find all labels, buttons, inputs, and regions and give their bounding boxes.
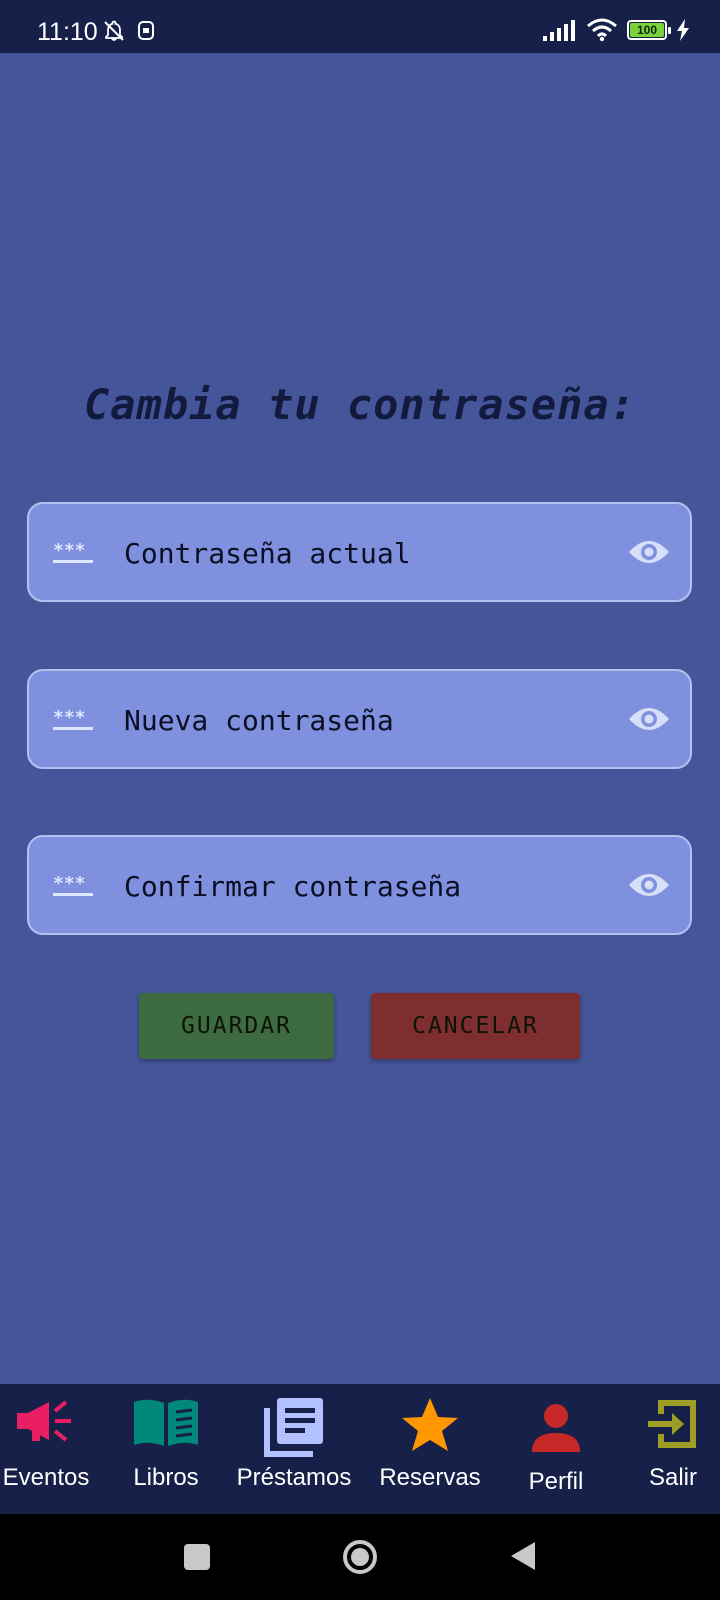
nav-label-reservas: Reservas xyxy=(379,1464,481,1491)
library-books-icon xyxy=(264,1398,323,1457)
nav-item-reservas[interactable]: Reservas xyxy=(372,1384,488,1514)
nav-item-libros[interactable]: Libros xyxy=(118,1384,214,1514)
svg-text:***: *** xyxy=(53,875,86,894)
recents-icon[interactable] xyxy=(183,1543,211,1571)
confirm-password-label: Confirmar contraseña xyxy=(124,870,462,903)
nav-item-eventos[interactable]: Eventos xyxy=(0,1384,92,1514)
nav-label-perfil: Perfil xyxy=(528,1468,584,1495)
new-password-field[interactable]: *** Nueva contraseña xyxy=(27,669,692,769)
home-icon[interactable] xyxy=(341,1538,379,1576)
charging-icon xyxy=(677,19,689,41)
nav-label-libros: Libros xyxy=(133,1464,199,1491)
book-icon xyxy=(134,1399,198,1446)
page-title: Cambia tu contraseña: xyxy=(83,380,636,429)
back-icon[interactable] xyxy=(509,1540,537,1572)
person-icon xyxy=(532,1404,580,1452)
current-password-field[interactable]: *** Contraseña actual xyxy=(27,502,692,602)
nav-label-eventos: Eventos xyxy=(2,1464,90,1491)
current-password-label: Contraseña actual xyxy=(124,537,411,570)
nav-label-prestamos: Préstamos xyxy=(236,1464,352,1491)
battery-level: 100 xyxy=(636,23,658,37)
nav-item-perfil[interactable]: Perfil xyxy=(508,1384,604,1514)
password-icon: *** xyxy=(53,709,93,730)
megaphone-icon xyxy=(17,1400,71,1442)
wifi-icon xyxy=(587,18,617,42)
nav-label-salir: Salir xyxy=(648,1464,697,1491)
confirm-password-field[interactable]: *** Confirmar contraseña xyxy=(27,835,692,935)
exit-icon xyxy=(648,1400,696,1448)
system-navigation-bar xyxy=(0,1514,720,1600)
signal-icon xyxy=(543,20,575,41)
sim-icon xyxy=(138,21,154,40)
password-icon: *** xyxy=(53,542,93,563)
nav-item-prestamos[interactable]: Préstamos xyxy=(225,1384,363,1514)
notifications-off-icon xyxy=(104,20,124,41)
svg-text:***: *** xyxy=(53,709,86,728)
password-icon: *** xyxy=(53,875,93,896)
new-password-label: Nueva contraseña xyxy=(124,704,394,737)
eye-icon[interactable] xyxy=(628,536,670,568)
eye-icon[interactable] xyxy=(628,869,670,901)
cancel-button[interactable]: CANCELAR xyxy=(371,993,580,1059)
nav-item-salir[interactable]: Salir xyxy=(630,1384,716,1514)
status-bar: 11:10 100 xyxy=(0,0,720,53)
status-time: 11:10 xyxy=(37,18,98,46)
star-icon xyxy=(402,1398,458,1451)
eye-icon[interactable] xyxy=(628,703,670,735)
save-button[interactable]: GUARDAR xyxy=(139,993,334,1059)
svg-text:***: *** xyxy=(53,542,86,561)
bottom-navigation: Eventos Libros Préstamos Reservas Perfil… xyxy=(0,1384,720,1514)
battery-icon: 100 xyxy=(627,20,671,40)
